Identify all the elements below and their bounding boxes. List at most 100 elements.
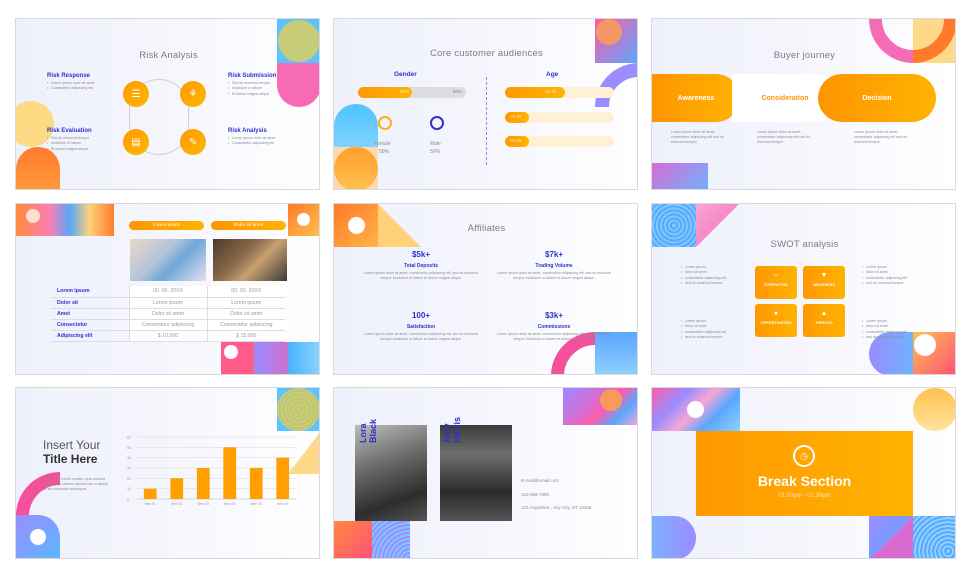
slide-risk-analysis[interactable]: Risk Analysis ☰ ⚘ ▤ ✎ Risk Response Lore… bbox=[15, 18, 320, 190]
bar bbox=[170, 478, 184, 499]
row-key: Amet bbox=[51, 308, 129, 320]
stage-label: Awareness bbox=[677, 94, 715, 102]
block-heading: Risk Response bbox=[47, 73, 91, 79]
y-tick-label: 60 bbox=[127, 436, 131, 440]
member-first-name: Lora bbox=[358, 423, 368, 443]
photo-swatches bbox=[130, 239, 206, 281]
x-tick-label: Item 03 bbox=[198, 502, 209, 506]
bar bbox=[143, 488, 157, 499]
break-banner: ◷ Break Section 01:00pm - 01:30pm bbox=[696, 431, 913, 516]
gender-heading: Gender bbox=[394, 71, 417, 78]
swot-weakness: ▼ WEAKNESS bbox=[803, 266, 845, 299]
male-percent: 50% bbox=[452, 89, 462, 94]
age-label: 50-65 bbox=[510, 138, 522, 143]
deco-bottom-left-blue bbox=[372, 521, 410, 558]
stat-commissions: $3k+ Commissions Lorem ipsum dolor sit a… bbox=[494, 311, 614, 342]
male-label: Male bbox=[430, 141, 441, 147]
bullet: sed do eiusmod tempor bbox=[681, 335, 726, 341]
stat-text: Lorem ipsum dolor sit amet, consectetur … bbox=[364, 271, 478, 281]
deco-blue-arch bbox=[334, 104, 378, 148]
stat-label: Satisfaction bbox=[406, 324, 436, 330]
stat-trading-volume: $7k+ Trading Volume Lorem ipsum dolor si… bbox=[494, 250, 614, 281]
age-bar-35-50: 35-50 bbox=[505, 112, 614, 123]
x-tick-label: Item 04 bbox=[224, 502, 235, 506]
y-tick-label: 10 bbox=[127, 487, 131, 491]
slide-affiliates[interactable]: Affiliates $5k+ Total Deposits Lorem ips… bbox=[333, 203, 638, 375]
stat-text: Lorem ipsum dolor sit amet, consectetur … bbox=[497, 271, 611, 281]
deco-white-dot bbox=[26, 209, 40, 223]
photo-workdesk bbox=[213, 239, 287, 281]
cell-option-1: $ 10,000 bbox=[128, 330, 207, 342]
male-value: 50% bbox=[430, 149, 441, 155]
table-row: Amet Dolor sit amet Dolor sit amet bbox=[51, 308, 285, 320]
risk-block-response: Risk Response Lorem ipsum dolor sit amet… bbox=[47, 73, 107, 92]
swot-label: THREATS bbox=[815, 321, 833, 325]
y-tick-label: 50 bbox=[127, 446, 131, 450]
deco-white-dot bbox=[224, 345, 238, 359]
slide-core-customer-audiences[interactable]: Core customer audiences Gender Age 50% 5… bbox=[333, 18, 638, 190]
slide-team-contacts[interactable]: Lora Black Amy Harris E-mail@email.com 1… bbox=[333, 387, 638, 559]
x-tick-label: Item 05 bbox=[251, 502, 262, 506]
slide-buyer-journey[interactable]: Buyer journey Awareness Consideration De… bbox=[651, 18, 956, 190]
cell-option-2: Lorem ipsum bbox=[206, 297, 285, 309]
swot-strengths: ⇔ STRENGTHS bbox=[755, 266, 797, 299]
column-header-1: Lorem ipsum bbox=[129, 221, 204, 230]
female-label: Female bbox=[374, 141, 391, 147]
stage-decision: Decision bbox=[818, 74, 936, 122]
stat-value: $5k+ bbox=[411, 250, 431, 259]
x-tick-label: Item 02 bbox=[171, 502, 182, 506]
warning-icon: ▲ bbox=[820, 310, 828, 317]
swot-threats: ▲ THREATS bbox=[803, 304, 845, 337]
cell-option-1: Dolor sit amet bbox=[128, 308, 207, 320]
cell-option-1: Consectetur adipiscing bbox=[128, 319, 207, 331]
comparison-table: Lorem ipsum 00. 00. 20XX 00. 00. 20XX Dolor… bbox=[51, 286, 285, 342]
slide-bar-chart[interactable]: Insert Your Title Here Ut enim ad minim … bbox=[15, 387, 320, 559]
age-label: 35-50 bbox=[510, 114, 522, 119]
member-last-name: Harris bbox=[452, 416, 462, 443]
stage-awareness: Awareness bbox=[652, 74, 740, 122]
bullet: Et dolore magna aliqua bbox=[228, 92, 288, 98]
deco-blue-circles bbox=[913, 516, 955, 558]
cell-option-1: Lorem ipsum bbox=[128, 297, 207, 309]
block-heading: Risk Submission bbox=[228, 73, 277, 79]
swot-bullets-threats: Lorem ipsumdolor sit ametconsectetur adi… bbox=[862, 319, 907, 341]
bar-chart: 0 10 20 30 40 50 60 Item 01 Item 02 Item 03 Item 0… bbox=[127, 436, 296, 506]
bullet: sed do eiusmod tempor bbox=[862, 335, 907, 341]
table-row: Adipiscing elit $ 10,000 $ 15,000 bbox=[51, 330, 285, 342]
deco-white-dot bbox=[30, 529, 46, 545]
male-icon bbox=[430, 116, 444, 130]
deco-bottom-left-orange bbox=[334, 521, 372, 558]
age-label: 20-35 bbox=[545, 89, 557, 94]
cell-option-2: $ 15,000 bbox=[206, 330, 285, 342]
female-value: 50% bbox=[379, 149, 390, 155]
contact-email: E-mail@email.com bbox=[521, 478, 559, 483]
swot-bullets-opportunities: Lorem ipsumdolor sit ametconsectetur adi… bbox=[681, 319, 726, 341]
chart-description: Ut enim ad minim veniam, quis nostrud ex… bbox=[43, 477, 109, 492]
stage-label: Decision bbox=[862, 94, 892, 102]
risk-block-evaluation: Risk Evaluation Sed do eiusmod tempor in… bbox=[47, 128, 109, 153]
female-percent: 50% bbox=[400, 89, 410, 94]
stat-text: Lorem ipsum dolor sit amet, consectetur … bbox=[364, 332, 478, 342]
deco-white-dot bbox=[914, 334, 936, 356]
slide-comparison-table[interactable]: Lorem ipsum Dolor sit amet Lorem ipsum 00… bbox=[15, 203, 320, 375]
deco-purple-arch bbox=[652, 516, 696, 558]
bullet: sed do eiusmod tempor bbox=[681, 281, 726, 287]
risk-block-analysis: Risk Analysis Lorem ipsum dolor sit amet… bbox=[228, 128, 288, 147]
contact-address: 123 Anywhere , Any City, ST 12345 bbox=[521, 505, 592, 510]
column-header-label: Lorem ipsum bbox=[152, 223, 181, 228]
stage-label: Consideration bbox=[761, 94, 809, 102]
slide-title: Buyer journey bbox=[773, 50, 836, 61]
slide-swot-analysis[interactable]: SWOT analysis ⇔ STRENGTHS ▼ WEAKNESS ● O… bbox=[651, 203, 956, 375]
x-tick-label: Item 06 bbox=[277, 502, 288, 506]
member-last-name: Black bbox=[368, 418, 378, 443]
thumbs-down-icon: ▼ bbox=[820, 272, 828, 279]
age-heading: Age bbox=[546, 71, 559, 78]
dumbbell-icon: ⇔ bbox=[772, 272, 780, 279]
deco-orange-circle-small bbox=[596, 19, 622, 45]
chart-title-line1: Insert Your bbox=[43, 438, 101, 452]
member-first-name: Amy bbox=[442, 423, 452, 443]
slide-break-section[interactable]: ◷ Break Section 01:00pm - 01:30pm bbox=[651, 387, 956, 559]
column-header-label: Dolor sit amet bbox=[233, 223, 264, 228]
stat-satisfaction: 100+ Satisfaction Lorem ipsum dolor sit … bbox=[361, 311, 481, 342]
deco-yellow-circle bbox=[913, 388, 955, 431]
